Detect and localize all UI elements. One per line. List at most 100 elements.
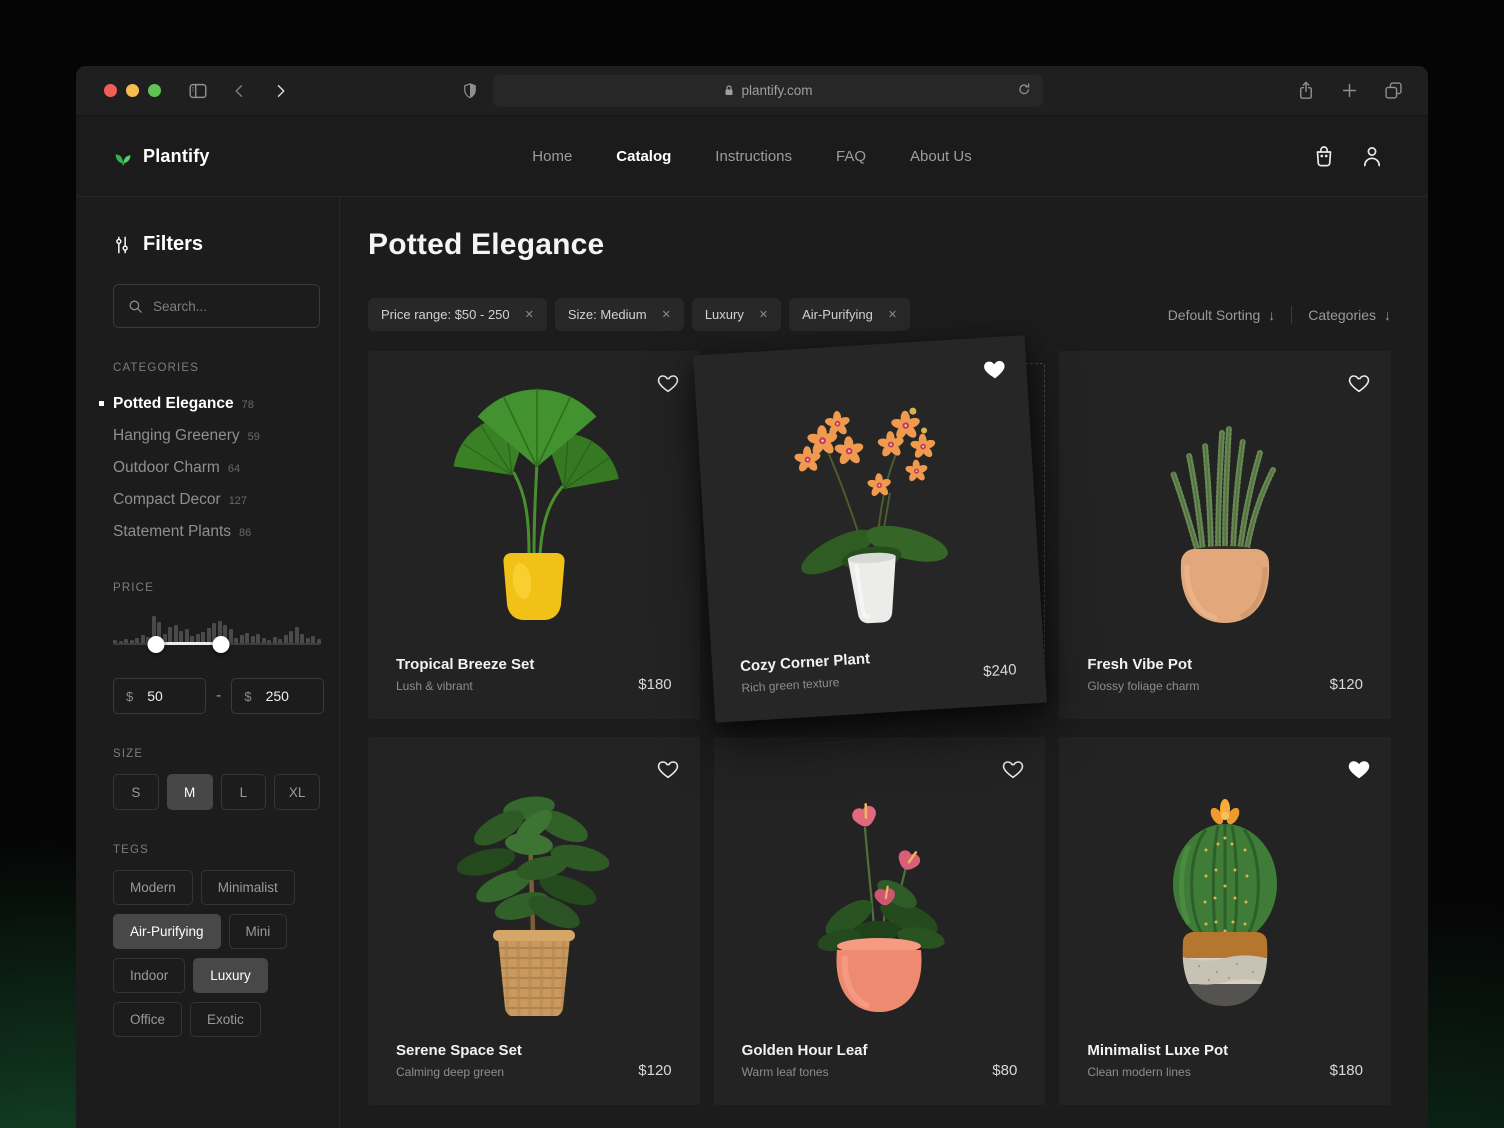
tab-overview-icon[interactable] [1383, 80, 1404, 101]
product-card-tropical-breeze-set[interactable]: Tropical Breeze Set Lush & vibrant $180 [368, 351, 700, 719]
category-item-potted-elegance[interactable]: Potted Elegance 78 [113, 388, 320, 420]
close-window-button[interactable] [104, 84, 117, 97]
zoom-window-button[interactable] [148, 84, 161, 97]
category-item-outdoor-charm[interactable]: Outdoor Charm 64 [113, 452, 320, 484]
tag-exotic[interactable]: Exotic [190, 1002, 261, 1037]
product-price: $120 [638, 1062, 671, 1079]
size-button-m[interactable]: M [167, 774, 213, 810]
category-item-compact-decor[interactable]: Compact Decor 127 [113, 484, 320, 516]
nav-about-us[interactable]: About Us [910, 148, 972, 165]
product-price: $80 [992, 1062, 1017, 1079]
favorite-heart-icon[interactable] [656, 371, 680, 395]
address-bar[interactable]: plantify.com [493, 75, 1043, 107]
browser-window: plantify.com [76, 66, 1428, 1128]
share-icon[interactable] [1296, 80, 1316, 102]
product-card-cozy-corner-plant[interactable]: Cozy Corner Plant Rich green texture $24… [693, 335, 1047, 723]
product-image-rosemary [1059, 375, 1391, 635]
product-card-fresh-vibe-pot[interactable]: Fresh Vibe Pot Glossy foliage charm $120 [1059, 351, 1391, 719]
category-item-hanging-greenery[interactable]: Hanging Greenery 59 [113, 420, 320, 452]
nav-home[interactable]: Home [532, 148, 572, 165]
tag-modern[interactable]: Modern [113, 870, 193, 905]
tag-air-purifying[interactable]: Air-Purifying [113, 914, 221, 949]
product-card-minimalist-luxe-pot[interactable]: Minimalist Luxe Pot Clean modern lines $… [1059, 737, 1391, 1105]
favorite-heart-icon[interactable] [981, 356, 1006, 381]
product-name: Tropical Breeze Set [396, 656, 534, 673]
price-range-dash: - [216, 687, 221, 705]
tag-mini[interactable]: Mini [229, 914, 288, 949]
arrow-down-icon: ↓ [1268, 307, 1275, 323]
cart-bag-icon[interactable] [1312, 143, 1336, 169]
product-name: Golden Hour Leaf [742, 1042, 868, 1059]
price-min-input[interactable] [147, 688, 195, 704]
product-subtitle: Warm leaf tones [742, 1065, 868, 1079]
tags-label: TEGS [113, 844, 320, 856]
active-category-marker [99, 401, 104, 406]
desktop-background: plantify.com [0, 0, 1504, 1128]
favorite-heart-icon[interactable] [1347, 757, 1371, 781]
product-price: $180 [638, 676, 671, 693]
refresh-icon[interactable] [1016, 82, 1033, 99]
new-tab-icon[interactable] [1340, 81, 1359, 100]
favorite-heart-icon[interactable] [1347, 371, 1371, 395]
nav-instructions[interactable]: Instructions [715, 148, 792, 165]
product-price: $180 [1330, 1062, 1363, 1079]
price-min-box[interactable]: $ [113, 678, 206, 714]
nav-faq[interactable]: FAQ [836, 148, 866, 165]
tag-minimalist[interactable]: Minimalist [201, 870, 295, 905]
search-icon [127, 298, 144, 315]
size-button-l[interactable]: L [221, 774, 267, 810]
sidebar-toggle-icon[interactable] [187, 80, 209, 102]
close-icon[interactable]: ✕ [662, 308, 671, 321]
product-card-golden-hour-leaf[interactable]: Golden Hour Leaf Warm leaf tones $80 [714, 737, 1046, 1105]
url-text: plantify.com [741, 83, 812, 98]
product-name: Fresh Vibe Pot [1087, 656, 1199, 673]
product-name: Cozy Corner Plant [739, 650, 870, 675]
category-item-statement-plants[interactable]: Statement Plants 86 [113, 516, 320, 548]
brand-name: Plantify [143, 146, 210, 167]
size-button-s[interactable]: S [113, 774, 159, 810]
tag-luxury[interactable]: Luxury [193, 958, 268, 993]
product-image-cactus [1059, 761, 1391, 1021]
chip-price-range[interactable]: Price range: $50 - 250 ✕ [368, 298, 547, 331]
product-price: $240 [982, 661, 1016, 680]
sort-dropdown[interactable]: Defoult Sorting ↓ [1168, 307, 1276, 323]
product-image-fan-palm [368, 375, 700, 635]
back-icon[interactable] [231, 82, 249, 100]
price-label: PRICE [113, 582, 320, 594]
price-slider-handle-max[interactable] [212, 636, 229, 653]
active-filter-chips: Price range: $50 - 250 ✕ Size: Medium ✕ … [368, 298, 910, 331]
chip-luxury[interactable]: Luxury ✕ [692, 298, 781, 331]
nav-catalog[interactable]: Catalog [616, 148, 671, 165]
price-max-box[interactable]: $ [231, 678, 324, 714]
category-list: Potted Elegance 78 Hanging Greenery 59 O… [113, 388, 320, 548]
seedling-logo-icon [113, 146, 134, 167]
tag-office[interactable]: Office [113, 1002, 182, 1037]
search-box[interactable] [113, 284, 320, 328]
product-price: $120 [1330, 676, 1363, 693]
product-name: Serene Space Set [396, 1042, 522, 1059]
forward-icon[interactable] [271, 82, 289, 100]
price-max-input[interactable] [266, 688, 314, 704]
chip-size-medium[interactable]: Size: Medium ✕ [555, 298, 684, 331]
price-slider-handle-min[interactable] [148, 636, 165, 653]
product-subtitle: Glossy foliage charm [1087, 679, 1199, 693]
chip-air-purifying[interactable]: Air-Purifying ✕ [789, 298, 910, 331]
close-icon[interactable]: ✕ [525, 308, 534, 321]
close-icon[interactable]: ✕ [759, 308, 768, 321]
search-input[interactable] [153, 299, 306, 314]
browser-toolbar: plantify.com [76, 66, 1428, 116]
product-subtitle: Calming deep green [396, 1065, 522, 1079]
size-button-xl[interactable]: XL [274, 774, 320, 810]
favorite-heart-icon[interactable] [1001, 757, 1025, 781]
close-icon[interactable]: ✕ [888, 308, 897, 321]
privacy-shield-icon[interactable] [461, 81, 479, 101]
minimize-window-button[interactable] [126, 84, 139, 97]
categories-dropdown[interactable]: Categories ↓ [1308, 307, 1391, 323]
brand-logo[interactable]: Plantify [113, 146, 210, 167]
product-card-serene-space-set[interactable]: Serene Space Set Calming deep green $120 [368, 737, 700, 1105]
tag-filter-group: Modern Minimalist Air-Purifying Mini Ind… [113, 870, 321, 1037]
favorite-heart-icon[interactable] [656, 757, 680, 781]
tag-indoor[interactable]: Indoor [113, 958, 185, 993]
catalog-main: Potted Elegance Price range: $50 - 250 ✕… [340, 197, 1428, 1127]
user-account-icon[interactable] [1360, 143, 1384, 169]
